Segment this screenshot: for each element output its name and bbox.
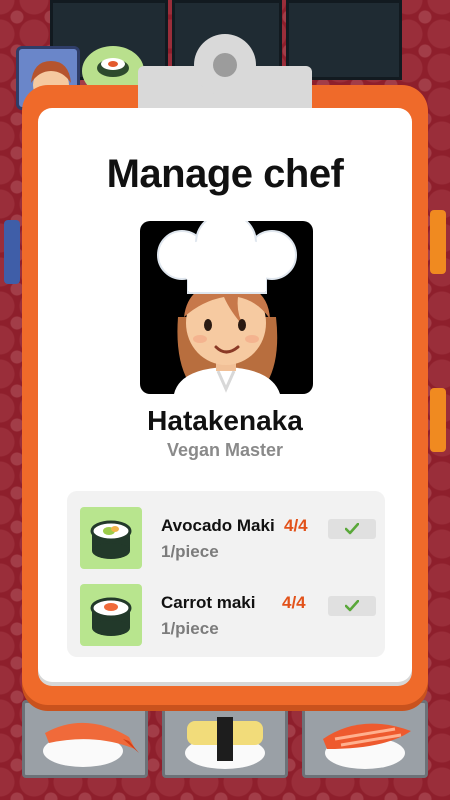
dialog-title: Manage chef: [106, 152, 344, 196]
recipe-name: Carrot maki: [161, 593, 256, 612]
recipe-count: 4/4: [282, 593, 306, 612]
tamago-nigiri-tray[interactable]: [162, 700, 288, 778]
shrimp-nigiri-tray[interactable]: [22, 700, 148, 778]
recipe-price: 1/piece: [161, 619, 219, 638]
carrot-maki-icon: [80, 584, 142, 646]
chef-rank: Vegan Master: [166, 440, 284, 460]
recipe-name: Avocado Maki: [161, 516, 275, 535]
chef-woman-portrait-icon: [157, 221, 297, 394]
check-icon: [345, 523, 359, 535]
chef-portrait: [140, 221, 313, 394]
side-tab-right-top: [430, 210, 446, 274]
recipe-status-toggle[interactable]: [328, 519, 376, 539]
recipe-count: 4/4: [284, 516, 308, 535]
clipboard-clip-hole: [213, 53, 237, 77]
side-tab-right-bottom: [430, 388, 446, 452]
salmon-nigiri-tray[interactable]: [302, 700, 428, 778]
sushi-tray-row: [0, 700, 450, 800]
chef-name: Hatakenaka: [147, 405, 303, 436]
avocado-maki-icon: [80, 507, 142, 569]
recipe-item[interactable]: Carrot maki 4/4 1/piece: [80, 584, 380, 646]
side-tab-left: [4, 220, 20, 284]
recipe-status-toggle[interactable]: [328, 596, 376, 616]
check-icon: [345, 600, 359, 612]
recipe-price: 1/piece: [161, 542, 219, 561]
recipe-item[interactable]: Avocado Maki 4/4 1/piece: [80, 507, 380, 569]
